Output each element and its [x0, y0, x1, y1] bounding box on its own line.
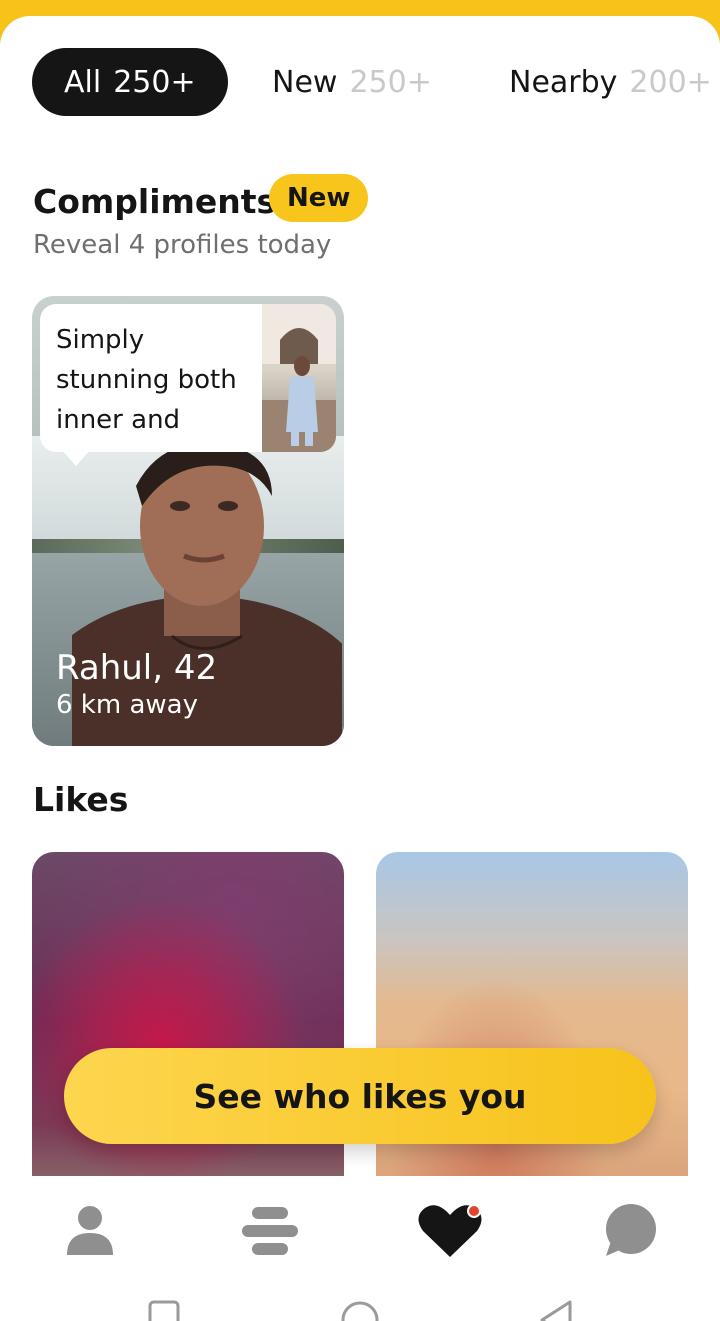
- speech-tail: [62, 450, 90, 466]
- my-photo-thumbnail: [262, 304, 336, 452]
- system-nav-bar: [0, 1286, 720, 1321]
- profile-tab[interactable]: [55, 1196, 125, 1266]
- filter-tabs: All 250+ New 250+ Nearby 200+: [32, 48, 720, 116]
- main-sheet: All 250+ New 250+ Nearby 200+ Compliment…: [0, 16, 720, 1321]
- tab-all[interactable]: All 250+: [32, 48, 228, 116]
- compliments-subtitle: Reveal 4 profiles today: [33, 230, 332, 260]
- tab-nearby[interactable]: Nearby 200+: [509, 48, 712, 116]
- bottom-nav: [0, 1176, 720, 1286]
- back-icon[interactable]: [538, 1300, 574, 1321]
- tab-all-label: All: [64, 64, 102, 100]
- see-who-likes-you-button[interactable]: See who likes you: [64, 1048, 656, 1144]
- liked-you-tab[interactable]: [415, 1196, 485, 1266]
- profile-icon: [67, 1206, 113, 1255]
- tab-nearby-label: Nearby: [509, 64, 618, 100]
- liked-you-icon: [418, 1204, 482, 1257]
- profile-distance: 6 km away: [56, 690, 198, 720]
- profile-name-age: Rahul, 42: [56, 648, 218, 688]
- new-badge: New: [269, 174, 369, 222]
- notification-dot: [469, 1206, 479, 1216]
- my-photo-icon: [262, 304, 336, 452]
- compliment-message: Simply stunning both inner and: [40, 304, 262, 452]
- discover-icon: [242, 1207, 298, 1255]
- chats-tab[interactable]: [595, 1196, 665, 1266]
- discover-tab[interactable]: [235, 1196, 305, 1266]
- compliments-title: Compliments: [33, 182, 277, 221]
- chats-icon: [606, 1204, 656, 1256]
- tab-new-label: New: [272, 64, 338, 100]
- tab-new[interactable]: New 250+: [272, 48, 432, 116]
- compliment-card[interactable]: Simply stunning both inner and Rahul, 42…: [32, 296, 344, 746]
- tab-nearby-count: 200+: [629, 64, 712, 100]
- home-icon[interactable]: [340, 1300, 380, 1321]
- recent-apps-icon[interactable]: [148, 1300, 180, 1321]
- tab-all-count: 250+: [113, 64, 196, 100]
- tab-new-count: 250+: [349, 64, 432, 100]
- likes-title: Likes: [33, 780, 129, 819]
